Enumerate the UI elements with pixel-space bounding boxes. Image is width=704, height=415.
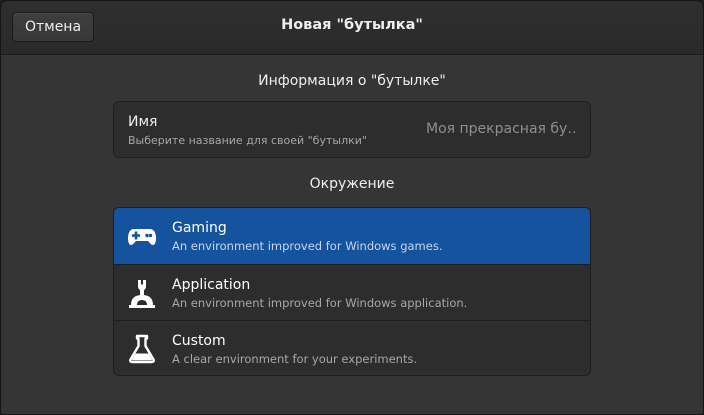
environment-section-title: Окружение [309, 176, 395, 192]
flask-icon [129, 334, 155, 364]
bottle-name-input[interactable]: Моя прекрасная бу… [426, 121, 576, 137]
gaming-subtitle: An environment improved for Windows game… [172, 239, 443, 253]
environment-option-gaming[interactable]: Gaming An environment improved for Windo… [114, 208, 590, 264]
name-label: Имя [128, 114, 158, 130]
environment-list: Gaming An environment improved for Windo… [113, 207, 591, 376]
name-subtitle: Выберите название для своей "бутылки" [128, 134, 367, 147]
custom-subtitle: A clear environment for your experiments… [172, 352, 418, 366]
name-row[interactable]: Имя Выберите название для своей "бутылки… [113, 101, 591, 158]
gamepad-icon [128, 229, 156, 245]
info-section-title: Информация о "бутылке" [258, 73, 446, 89]
dialog-title: Новая "бутылка" [281, 17, 423, 33]
environment-option-application[interactable]: Application An environment improved for … [114, 264, 590, 320]
new-bottle-dialog: Отмена Новая "бутылка" Информация о "бут… [0, 0, 704, 415]
gaming-title: Gaming [172, 220, 227, 236]
application-title: Application [172, 277, 251, 293]
custom-title: Custom [172, 333, 226, 349]
environment-option-custom[interactable]: Custom A clear environment for your expe… [114, 320, 590, 375]
wrench-icon [129, 280, 155, 308]
header-bar: Отмена Новая "бутылка" [1, 1, 703, 55]
application-subtitle: An environment improved for Windows appl… [172, 296, 468, 310]
